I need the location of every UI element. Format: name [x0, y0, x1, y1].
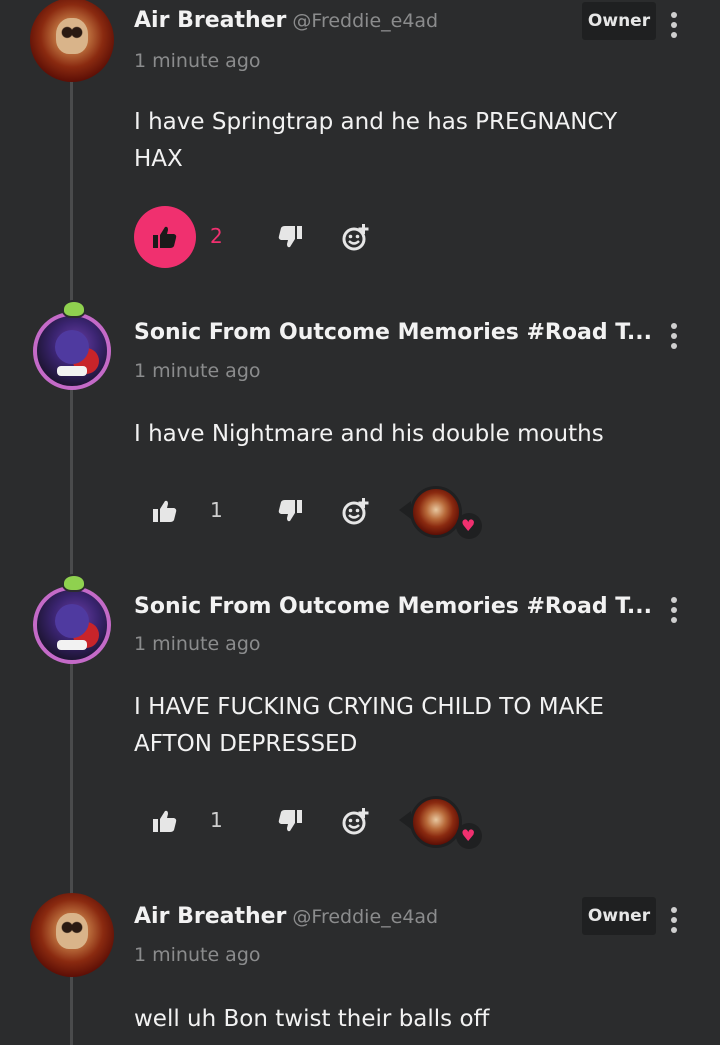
owner-badge: Owner: [582, 2, 656, 40]
comment-text: well uh Bon twist their balls off: [134, 1006, 490, 1032]
thumbs-down-icon[interactable]: [278, 500, 302, 522]
add-reaction-icon[interactable]: [342, 806, 372, 836]
comment-text: I have Springtrap and he has PREGNANCY H…: [134, 109, 618, 172]
comment-timestamp: 1 minute ago: [134, 633, 261, 655]
comment-actions: 2: [134, 206, 614, 268]
like-count: 2: [210, 224, 223, 248]
like-count: 1: [210, 498, 223, 522]
comment-timestamp: 1 minute ago: [134, 50, 261, 72]
thumbs-up-icon[interactable]: [153, 810, 177, 832]
add-reaction-icon[interactable]: [342, 222, 372, 252]
author-name[interactable]: Sonic From Outcome Memories #Road T...: [134, 320, 652, 345]
frog-badge-icon: [62, 574, 86, 592]
comment-timestamp: 1 minute ago: [134, 360, 261, 382]
add-reaction-icon[interactable]: [342, 496, 372, 526]
more-options-icon[interactable]: [666, 907, 682, 937]
owner-badge: Owner: [582, 897, 656, 935]
author-name[interactable]: Air Breather @Freddie_e4ad: [134, 904, 438, 929]
reactor-avatar[interactable]: [410, 796, 462, 848]
author-handle: @Freddie_e4ad: [292, 10, 439, 32]
avatar[interactable]: [30, 0, 114, 82]
author-label: Air Breather: [134, 904, 287, 929]
author-name[interactable]: Sonic From Outcome Memories #Road T...: [134, 594, 652, 619]
avatar[interactable]: [33, 312, 111, 390]
thumbs-up-icon: [153, 226, 177, 248]
more-options-icon[interactable]: [666, 12, 682, 42]
comment-actions: 1 ♥: [134, 480, 614, 542]
like-count: 1: [210, 808, 223, 832]
more-options-icon[interactable]: [666, 597, 682, 627]
thumbs-down-icon[interactable]: [278, 226, 302, 248]
heart-icon: ♥: [461, 826, 476, 845]
author-name[interactable]: Air Breather @Freddie_e4ad: [134, 8, 438, 33]
comment-text: I HAVE FUCKING CRYING CHILD TO MAKE AFTO…: [134, 694, 604, 757]
comment-actions: 1 ♥: [134, 790, 614, 852]
thread-line: [70, 0, 73, 1045]
reactor-avatar[interactable]: [410, 486, 462, 538]
avatar[interactable]: [33, 586, 111, 664]
comment-timestamp: 1 minute ago: [134, 944, 261, 966]
author-label: Air Breather: [134, 8, 287, 33]
frog-badge-icon: [62, 300, 86, 318]
author-handle: @Freddie_e4ad: [292, 906, 439, 928]
avatar[interactable]: [30, 893, 114, 977]
heart-icon: ♥: [461, 516, 476, 535]
more-options-icon[interactable]: [666, 323, 682, 353]
comment-text: I have Nightmare and his double mouths: [134, 421, 604, 447]
thumbs-up-icon[interactable]: [153, 500, 177, 522]
thumbs-down-icon[interactable]: [278, 810, 302, 832]
like-button[interactable]: [134, 206, 196, 268]
